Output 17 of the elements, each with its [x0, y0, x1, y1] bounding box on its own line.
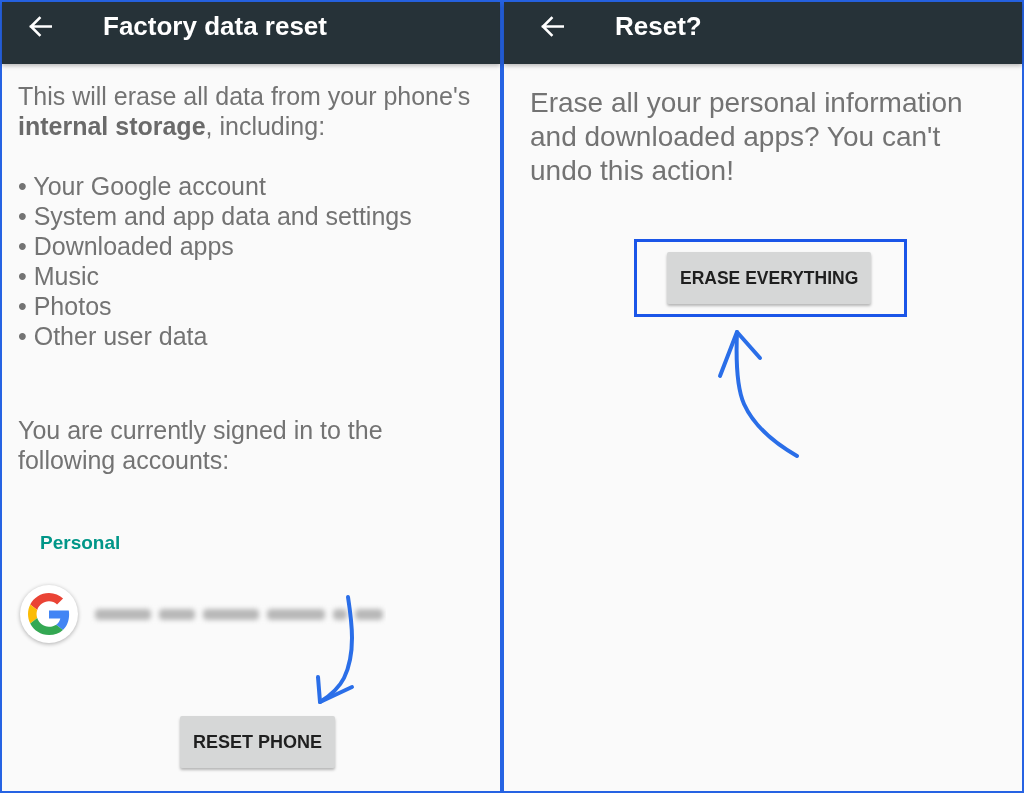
account-group-label: Personal — [40, 531, 121, 555]
list-item: • Photos — [18, 291, 113, 321]
action-button[interactable]: ERASE EVERYTHING — [667, 252, 872, 304]
back-arrow-icon[interactable] — [540, 15, 564, 37]
list-item: • System and app data and settings — [18, 201, 412, 231]
list-item: • Other user data — [18, 321, 209, 351]
accounts-text: You are currently signed in to the following accounts: — [18, 415, 384, 475]
warning-text: This will erase all data from your phone's internal storage, including: — [18, 81, 472, 141]
list-item: • Music — [18, 261, 100, 291]
list-item: • Your Google account — [18, 171, 267, 201]
confirm-message: Erase all your personal information and downloaded apps? You can't undo this action! — [530, 86, 964, 188]
screen-title: Factory data reset — [103, 10, 327, 42]
list-item: • Downloaded apps — [18, 231, 235, 261]
action-button[interactable]: RESET PHONE — [180, 716, 336, 768]
google-g-avatar-icon — [20, 585, 78, 643]
back-arrow-icon[interactable] — [28, 15, 52, 37]
screen-title: Reset? — [615, 10, 702, 42]
